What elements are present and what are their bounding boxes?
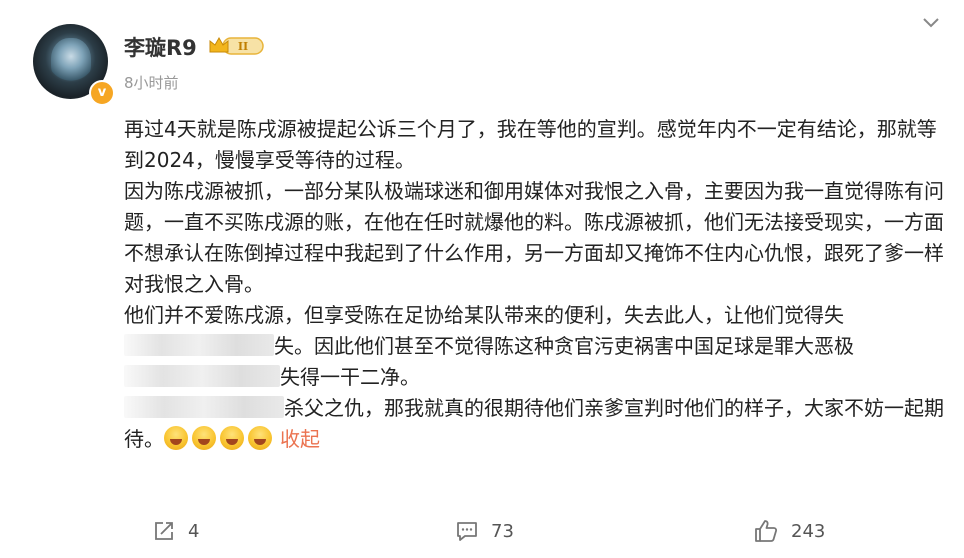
post-text: 失。因此他们甚至不觉得陈这种贪官污吏祸害中国足球是罪大恶极 bbox=[274, 334, 854, 358]
post-paragraph: 他们并不爱陈戌源，但享受陈在足协给某队带来的便利，失去此人，让他们觉得失 bbox=[124, 300, 946, 331]
svg-text:II: II bbox=[238, 40, 248, 53]
comment-count: 73 bbox=[491, 520, 514, 542]
post-paragraph: 失。因此他们甚至不觉得陈这种贪官污吏祸害中国足球是罪大恶极 bbox=[124, 331, 946, 362]
post-content: 再过4天就是陈戌源被提起公诉三个月了，我在等他的宣判。感觉年内不一定有结论，那就… bbox=[124, 114, 946, 455]
chevron-down-icon[interactable] bbox=[922, 16, 940, 30]
post-paragraph: 再过4天就是陈戌源被提起公诉三个月了，我在等他的宣判。感觉年内不一定有结论，那就… bbox=[124, 117, 937, 172]
comment-icon bbox=[457, 522, 477, 541]
verified-badge-icon: v bbox=[89, 80, 115, 106]
share-icon bbox=[155, 522, 173, 540]
laughing-tears-emoji bbox=[192, 426, 216, 450]
post-timestamp: 8小时前 bbox=[124, 74, 179, 92]
emoji-group bbox=[164, 426, 276, 451]
comment-button[interactable]: 73 bbox=[455, 516, 514, 546]
blurred-text bbox=[124, 365, 280, 387]
avatar-flower-icon bbox=[51, 38, 91, 84]
share-button[interactable]: 4 bbox=[152, 516, 199, 546]
post-text: 他们并不爱陈戌源，但享受陈在足协给某队带来的便利，失去此人，让他们觉得失 bbox=[124, 303, 844, 327]
laughing-tears-emoji bbox=[164, 426, 188, 450]
thumbs-up-icon bbox=[755, 520, 778, 542]
collapse-link[interactable]: 收起 bbox=[280, 427, 320, 451]
post-text: 失得一干二净。 bbox=[280, 365, 420, 389]
like-button[interactable]: 243 bbox=[753, 516, 825, 546]
username[interactable]: 李璇R9 bbox=[124, 32, 197, 62]
blurred-text bbox=[124, 396, 284, 418]
share-count: 4 bbox=[188, 520, 200, 542]
like-count: 243 bbox=[791, 520, 826, 542]
blurred-text bbox=[124, 334, 274, 356]
post-paragraph: 失得一干二净。 bbox=[124, 362, 946, 393]
post-paragraph: 杀父之仇，那我就真的很期待他们亲爹宣判时他们的样子，大家不妨一起期待。 收起 bbox=[124, 393, 946, 455]
laughing-tears-emoji bbox=[220, 426, 244, 450]
laughing-tears-emoji bbox=[248, 426, 272, 450]
post-paragraph: 因为陈戌源被抓，一部分某队极端球迷和御用媒体对我恨之入骨，主要因为我一直觉得陈有… bbox=[124, 179, 944, 296]
crown-rank-badge-icon[interactable]: II bbox=[207, 35, 264, 57]
